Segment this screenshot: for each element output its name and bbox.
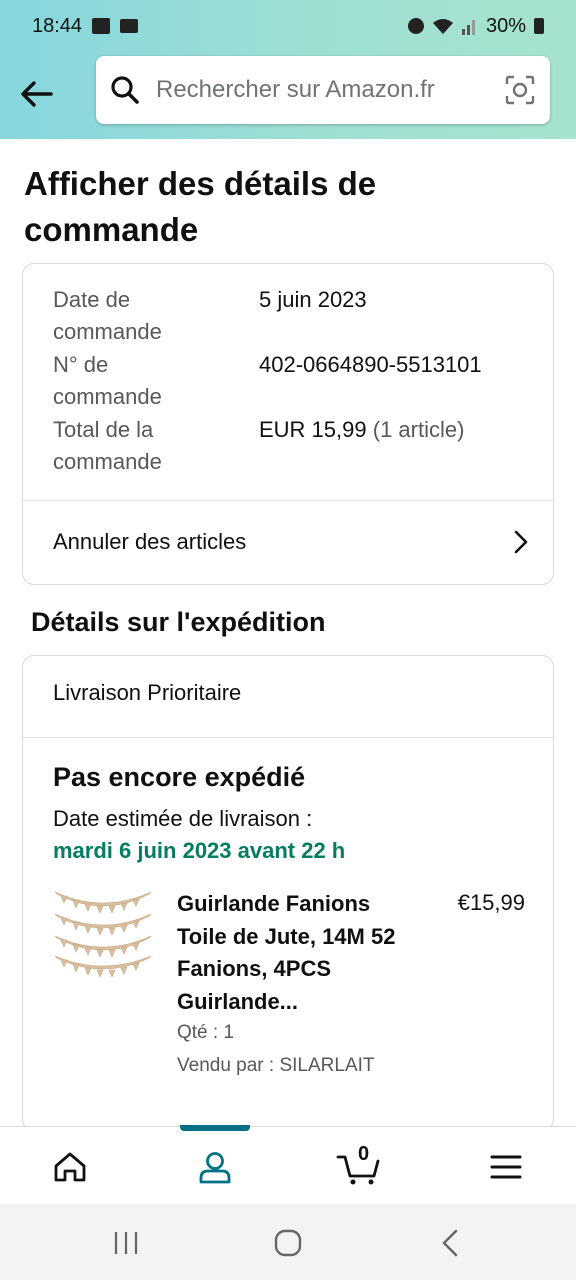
product-title-link[interactable]: Guirlande Fanions Toile de Jute, 14M 52 … xyxy=(177,888,407,1018)
gallery-icon xyxy=(92,18,111,34)
recents-icon xyxy=(114,1232,138,1254)
order-total-label: Total de la commande xyxy=(53,417,162,474)
order-total-amount: EUR 15,99 xyxy=(259,417,367,442)
back-button[interactable] xyxy=(16,74,56,114)
back-system-button[interactable] xyxy=(432,1228,468,1258)
mail-icon xyxy=(120,19,139,33)
product-quantity: Qté : 1 xyxy=(177,1022,235,1043)
cancel-items-label: Annuler des articles xyxy=(53,529,247,554)
divider xyxy=(23,737,553,738)
order-summary-card: Date de commande 5 juin 2023 N° de comma… xyxy=(22,263,554,585)
alarm-icon xyxy=(407,18,424,34)
nav-menu[interactable] xyxy=(484,1145,528,1189)
battery-icon xyxy=(534,18,544,34)
battery-percent: 30% xyxy=(485,14,526,37)
chevron-right-icon xyxy=(514,530,528,554)
home-icon xyxy=(54,1152,86,1182)
recents-button[interactable] xyxy=(108,1228,144,1258)
status-bar: 18:44 30% xyxy=(0,0,576,52)
bottom-nav: 0 xyxy=(0,1125,576,1204)
search-input[interactable]: Rechercher sur Amazon.fr xyxy=(156,76,504,104)
estimated-delivery-date: mardi 6 juin 2023 avant 22 h xyxy=(53,838,346,863)
search-icon xyxy=(111,76,139,104)
order-number-label: N° de commande xyxy=(53,352,162,409)
back-chevron-icon xyxy=(442,1229,458,1257)
delivery-type: Livraison Prioritaire xyxy=(53,680,242,705)
order-total-value: EUR 15,99 (1 article) xyxy=(259,414,464,446)
order-total-items: (1 article) xyxy=(372,417,465,442)
wifi-icon xyxy=(432,19,453,34)
status-time: 18:44 xyxy=(32,14,83,37)
shipment-status: Pas encore expédié xyxy=(53,762,306,792)
estimated-delivery-label: Date estimée de livraison : xyxy=(53,806,313,831)
order-number-value: 402-0664890-5513101 xyxy=(259,352,482,377)
order-date-label: Date de commande xyxy=(53,287,162,344)
nav-account[interactable] xyxy=(193,1145,237,1189)
menu-icon xyxy=(490,1155,522,1179)
cart-count-badge: 0 xyxy=(358,1143,370,1165)
product-image[interactable] xyxy=(51,884,155,984)
page-title: Afficher des détails de commande xyxy=(24,165,377,248)
cancel-items-button[interactable]: Annuler des articles xyxy=(23,500,553,584)
app-header: Rechercher sur Amazon.fr xyxy=(0,52,576,139)
active-tab-indicator xyxy=(180,1125,250,1131)
signal-icon xyxy=(461,20,475,35)
order-date-value: 5 juin 2023 xyxy=(259,287,367,312)
home-system-button[interactable] xyxy=(270,1228,306,1258)
search-bar[interactable]: Rechercher sur Amazon.fr xyxy=(96,56,550,124)
back-arrow-icon xyxy=(21,81,53,107)
shipment-card: Livraison Prioritaire Pas encore expédié… xyxy=(22,655,554,1131)
nav-home[interactable] xyxy=(48,1145,92,1189)
product-seller: Vendu par : SILARLAIT xyxy=(177,1055,375,1076)
account-icon xyxy=(199,1152,231,1184)
system-nav-bar xyxy=(0,1204,576,1280)
product-price: €15,99 xyxy=(457,890,525,915)
home-circle-icon xyxy=(274,1229,302,1257)
shipping-section-title: Détails sur l'expédition xyxy=(31,607,326,637)
camera-search-icon[interactable] xyxy=(504,74,536,106)
